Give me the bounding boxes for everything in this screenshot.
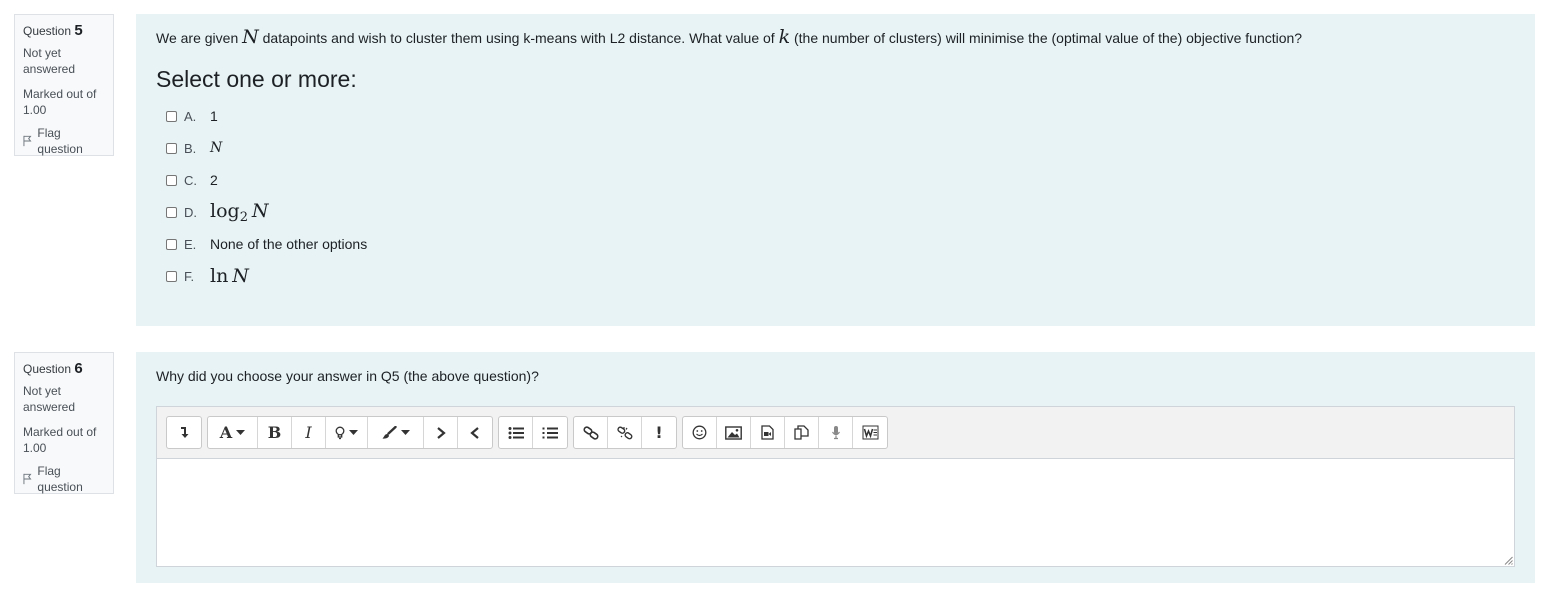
- question-state: Not yet answered: [23, 46, 76, 76]
- option-text: N: [210, 140, 223, 156]
- option-letter: B.: [184, 140, 197, 156]
- option-e[interactable]: E. None of the other options: [156, 228, 1515, 260]
- files-icon: [793, 425, 809, 440]
- question-grade: Marked out of 1.00: [23, 425, 97, 455]
- option-text: 1: [210, 108, 218, 124]
- insert-image-button[interactable]: [717, 417, 751, 448]
- record-audio-button[interactable]: [819, 417, 853, 448]
- no-autolink-button[interactable]: !: [642, 417, 676, 448]
- answer-options: A. 1 B. N C. 2 D. log2 N E. None of the …: [156, 100, 1515, 292]
- option-text: 2: [210, 172, 218, 188]
- numbered-list-icon: [542, 427, 558, 438]
- option-text: None of the other options: [210, 236, 368, 252]
- dropdown-caret-icon: [401, 430, 410, 435]
- toolbar-group-insert: [682, 416, 888, 449]
- paste-from-word-button[interactable]: [853, 417, 887, 448]
- option-text: ln N: [210, 265, 249, 287]
- question-text: Why did you choose your answer in Q5 (th…: [156, 368, 539, 384]
- option-d-checkbox[interactable]: [166, 206, 177, 218]
- question-number: Question 6: [23, 360, 83, 377]
- font-style-button[interactable]: A: [208, 417, 258, 448]
- toolbar-group-style: A B I: [207, 416, 493, 449]
- resize-handle-icon[interactable]: [1504, 556, 1513, 565]
- link-icon: [582, 425, 599, 440]
- option-letter: D.: [184, 204, 197, 220]
- flag-icon: [23, 135, 32, 147]
- option-c-checkbox[interactable]: [166, 174, 177, 186]
- expand-arrow-icon: [181, 426, 189, 438]
- option-a[interactable]: A. 1: [156, 100, 1515, 132]
- paintbrush-icon: [382, 425, 397, 439]
- ordered-list-button[interactable]: [533, 417, 567, 448]
- manage-files-button[interactable]: [785, 417, 819, 448]
- dropdown-caret-icon: [349, 430, 358, 435]
- microphone-icon: [831, 426, 840, 440]
- lightbulb-icon: [335, 426, 345, 439]
- option-b[interactable]: B. N: [156, 132, 1515, 164]
- question-content-q6: Why did you choose your answer in Q5 (th…: [136, 352, 1535, 583]
- toolbar-toggle-button[interactable]: [167, 417, 201, 448]
- flag-question-link[interactable]: Flag question: [23, 463, 105, 495]
- flag-icon: [23, 473, 32, 485]
- flag-question-label: Flag question: [37, 126, 83, 156]
- flag-question-label: Flag question: [37, 464, 83, 494]
- math-k: k: [778, 26, 791, 48]
- outdent-button[interactable]: [458, 417, 492, 448]
- chevron-right-icon: [436, 426, 446, 439]
- toolbar-group-lists: [498, 416, 568, 449]
- option-text: log2 N: [210, 199, 269, 225]
- question-info-q6: Question 6 Not yet answered Marked out o…: [14, 352, 114, 494]
- question-grade: Marked out of 1.00: [23, 87, 97, 117]
- toolbar-group-links: !: [573, 416, 677, 449]
- bold-button[interactable]: B: [258, 417, 292, 448]
- unordered-list-button[interactable]: [499, 417, 533, 448]
- math-n: N: [242, 26, 259, 48]
- option-f-checkbox[interactable]: [166, 270, 177, 282]
- chevron-left-icon: [470, 426, 479, 439]
- question-text: We are given N datapoints and wish to cl…: [156, 26, 1303, 48]
- flag-question-link[interactable]: Flag question: [23, 125, 105, 157]
- option-f[interactable]: F. ln N: [156, 260, 1515, 292]
- emoji-button[interactable]: [683, 417, 717, 448]
- brush-button[interactable]: [368, 417, 424, 448]
- italic-button[interactable]: I: [292, 417, 326, 448]
- image-icon: [725, 425, 742, 440]
- dropdown-caret-icon: [236, 430, 246, 435]
- smiley-icon: [692, 425, 707, 440]
- option-letter: F.: [184, 268, 195, 284]
- word-icon: [862, 425, 878, 440]
- option-d[interactable]: D. log2 N: [156, 196, 1515, 228]
- media-file-icon: [761, 425, 774, 440]
- option-letter: A.: [184, 108, 197, 124]
- option-a-checkbox[interactable]: [166, 110, 177, 122]
- font-icon: A: [219, 423, 233, 442]
- option-letter: E.: [184, 236, 197, 252]
- question-state: Not yet answered: [23, 384, 76, 414]
- editor-toolbar: A B I !: [157, 407, 1514, 459]
- option-e-checkbox[interactable]: [166, 238, 177, 250]
- insert-media-button[interactable]: [751, 417, 785, 448]
- rich-text-editor: A B I !: [156, 406, 1515, 567]
- question-content-q5: We are given N datapoints and wish to cl…: [136, 14, 1535, 326]
- insert-tip-button[interactable]: [326, 417, 368, 448]
- bullet-list-icon: [508, 426, 524, 439]
- question-info-q5: Question 5 Not yet answered Marked out o…: [14, 14, 114, 156]
- editor-text-area[interactable]: [157, 459, 1514, 566]
- link-button[interactable]: [574, 417, 608, 448]
- option-b-checkbox[interactable]: [166, 142, 177, 154]
- toolbar-group-collapse: [166, 416, 202, 449]
- unlink-button[interactable]: [608, 417, 642, 448]
- option-letter: C.: [184, 172, 197, 188]
- answer-prompt: Select one or more:: [156, 66, 357, 92]
- unlink-icon: [616, 426, 632, 439]
- question-number: Question 5: [23, 22, 83, 39]
- option-c[interactable]: C. 2: [156, 164, 1515, 196]
- indent-button[interactable]: [424, 417, 458, 448]
